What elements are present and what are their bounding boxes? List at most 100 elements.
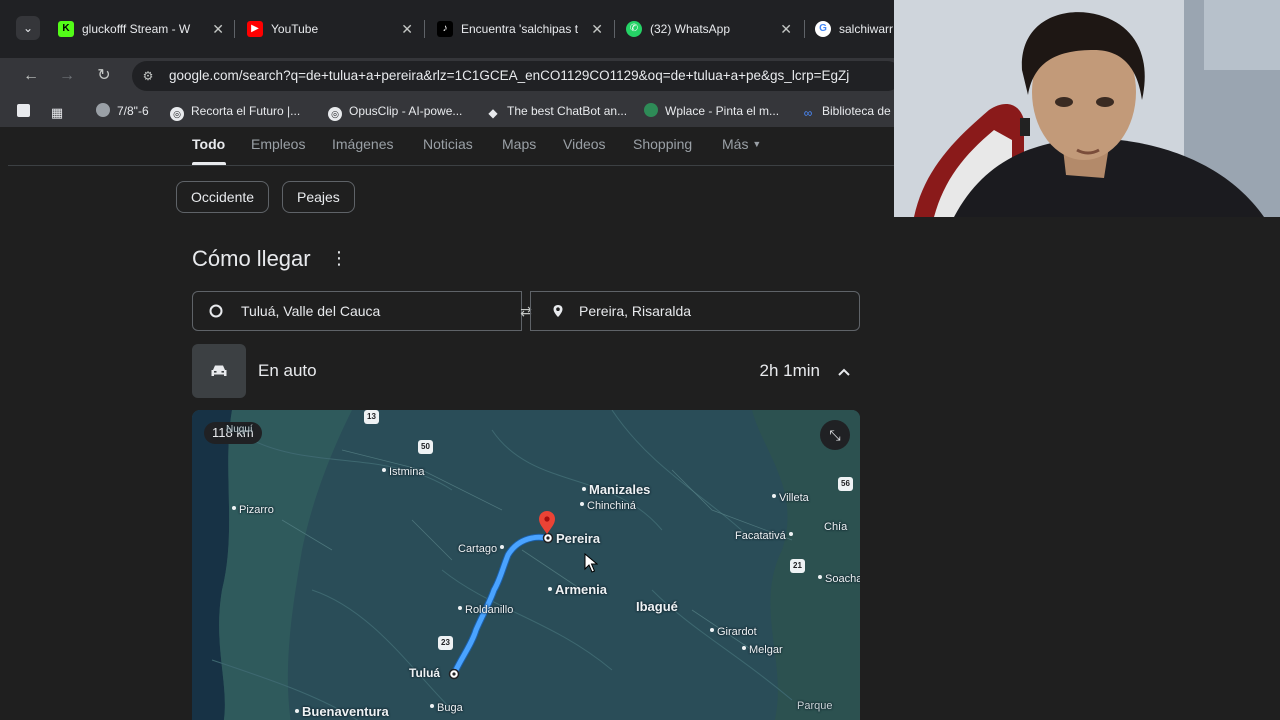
tab-maps[interactable]: Maps <box>502 136 536 152</box>
bookmark-item[interactable]: ◎ Recorta el Futuro |... <box>170 102 300 121</box>
tab-separator <box>234 20 235 38</box>
back-icon[interactable]: ← <box>19 64 43 88</box>
tab-separator <box>614 20 615 38</box>
road-shield: 56 <box>838 477 853 491</box>
tab-label: YouTube <box>271 22 319 36</box>
bookmark-label: The best ChatBot an... <box>507 104 628 118</box>
city-label[interactable]: Nuquí <box>226 424 253 435</box>
bookmark-label: OpusClip - AI-powe... <box>349 104 463 118</box>
city-label[interactable]: Chinchiná <box>580 500 636 512</box>
directions-heading: Cómo llegar <box>192 246 311 271</box>
reload-icon[interactable]: ↻ <box>92 64 116 88</box>
city-label[interactable]: Buenaventura <box>295 704 389 719</box>
chip-peajes[interactable]: Peajes <box>282 181 355 213</box>
apps-icon[interactable] <box>17 102 37 120</box>
tab-noticias[interactable]: Noticias <box>423 136 473 152</box>
close-icon[interactable]: ✕ <box>780 14 792 44</box>
meta-icon: ∞ <box>803 106 813 120</box>
city-label[interactable]: Buga <box>430 702 463 714</box>
tab-mas[interactable]: Más ▼ <box>722 136 761 152</box>
tab-separator <box>804 20 805 38</box>
close-icon[interactable]: ✕ <box>212 14 224 44</box>
travel-mode-label: En auto <box>258 361 317 380</box>
tiktok-icon: ♪ <box>437 21 453 37</box>
tab-label: Encuentra 'salchipas t <box>461 22 579 36</box>
location-pin-icon <box>553 305 563 317</box>
city-label[interactable]: Facatativá <box>735 530 793 542</box>
city-label[interactable]: Girardot <box>710 626 757 638</box>
bookmark-label: Wplace - Pinta el m... <box>665 104 780 118</box>
mouse-cursor-icon <box>584 553 598 573</box>
bookmark-item[interactable]: 7/8"-6 <box>96 102 149 120</box>
city-label[interactable]: Parque <box>797 700 832 712</box>
origin-text: Tuluá, Valle del Cauca <box>241 303 381 319</box>
tab-label: salchiwarr <box>839 22 894 36</box>
tab-youtube[interactable]: ▶ YouTube ✕ <box>247 14 413 44</box>
city-label[interactable]: Pizarro <box>232 504 274 516</box>
browser-toolbar: ← → ↻ ⚙ google.com/search?q=de+tulua+a+p… <box>0 58 894 94</box>
city-label[interactable]: Istmina <box>382 466 424 478</box>
bookmark-item[interactable]: ◆ The best ChatBot an... <box>486 102 627 120</box>
city-label[interactable]: Manizales <box>582 482 650 497</box>
address-url[interactable]: google.com/search?q=de+tulua+a+pereira&r… <box>169 61 849 91</box>
tab-todo[interactable]: Todo <box>192 136 225 152</box>
address-bar[interactable]: ⚙ google.com/search?q=de+tulua+a+pereira… <box>132 61 894 91</box>
tab-empleos[interactable]: Empleos <box>251 136 305 152</box>
forward-icon[interactable]: → <box>55 64 79 88</box>
city-label[interactable]: Melgar <box>742 644 783 656</box>
city-label[interactable]: Cartago <box>458 543 505 555</box>
chevron-up-icon[interactable] <box>828 355 860 387</box>
more-options-icon[interactable]: ⋮ <box>330 248 348 269</box>
caret-down-icon: ▼ <box>752 139 762 149</box>
destination-field[interactable]: Pereira, Risaralda <box>530 291 860 331</box>
grid-icon[interactable]: ▦ <box>50 102 71 120</box>
tab-google[interactable]: G salchiwarr <box>815 14 894 44</box>
collapse-map-icon[interactable]: ⤡ <box>820 420 850 450</box>
city-label[interactable]: Villeta <box>772 492 809 504</box>
tab-videos[interactable]: Videos <box>563 136 606 152</box>
road-shield: 50 <box>418 440 433 454</box>
tab-strip: ⌄ K gluckofff Stream - W ✕ ▶ YouTube ✕ ♪… <box>0 0 894 58</box>
tab-shopping[interactable]: Shopping <box>633 136 692 152</box>
route-map[interactable]: 118 km ⤡ Manizales Chinchiná Pereira Car… <box>192 410 860 720</box>
map-terrain <box>192 410 860 720</box>
road-shield: 13 <box>364 410 379 424</box>
origin-circle-icon <box>209 304 223 318</box>
tab-separator <box>424 20 425 38</box>
wplace-icon <box>644 103 658 117</box>
chip-occidente[interactable]: Occidente <box>176 181 270 213</box>
city-label[interactable]: Armenia <box>548 582 607 597</box>
city-label[interactable]: Pereira <box>556 531 600 546</box>
tab-tiktok[interactable]: ♪ Encuentra 'salchipas t ✕ <box>437 14 603 44</box>
kick-icon: K <box>58 21 74 37</box>
empty-area <box>894 217 1280 720</box>
tab-search-button[interactable]: ⌄ <box>16 16 40 40</box>
road-shield: 23 <box>438 636 453 650</box>
travel-duration: 2h 1min <box>759 361 820 380</box>
bookmark-item[interactable]: ◎ OpusClip - AI-powe... <box>328 102 463 121</box>
city-label[interactable]: Soacha <box>818 573 860 585</box>
site-info-icon[interactable]: ⚙ <box>140 68 156 84</box>
tab-imagenes[interactable]: Imágenes <box>332 136 393 152</box>
google-icon: G <box>815 21 831 37</box>
city-label[interactable]: Roldanillo <box>458 604 513 616</box>
divider <box>8 165 894 166</box>
city-label[interactable]: Chía <box>824 521 847 533</box>
bookmark-label: Biblioteca de <box>822 104 891 118</box>
city-label[interactable]: Ibagué <box>636 599 678 614</box>
search-results-page: Todo Empleos Imágenes Noticias Maps Vide… <box>8 128 894 720</box>
youtube-icon: ▶ <box>247 21 263 37</box>
road-shield: 21 <box>790 559 805 573</box>
origin-field[interactable]: Tuluá, Valle del Cauca <box>192 291 522 331</box>
bookmark-label: 7/8"-6 <box>117 104 149 118</box>
bookmark-item[interactable]: ∞ Biblioteca de <box>801 102 891 120</box>
globe-icon <box>96 103 110 117</box>
tab-whatsapp[interactable]: ✆ (32) WhatsApp ✕ <box>626 14 792 44</box>
travel-mode-row[interactable]: En auto 2h 1min <box>192 344 860 398</box>
bookmark-item[interactable]: Wplace - Pinta el m... <box>644 102 779 120</box>
city-label[interactable]: Tuluá <box>409 666 440 680</box>
tab-kick[interactable]: K gluckofff Stream - W ✕ <box>58 14 224 44</box>
close-icon[interactable]: ✕ <box>591 14 603 44</box>
close-icon[interactable]: ✕ <box>401 14 413 44</box>
tab-label: (32) WhatsApp <box>650 22 731 36</box>
